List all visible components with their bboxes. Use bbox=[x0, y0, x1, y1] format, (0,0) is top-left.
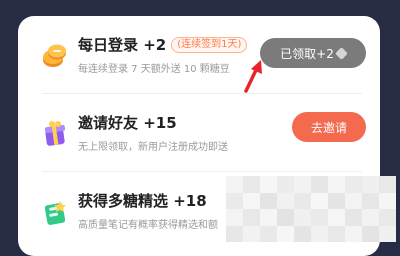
claimed-button[interactable]: 已领取+2 bbox=[260, 38, 366, 68]
annotation-arrow-icon bbox=[244, 60, 262, 93]
coins-icon bbox=[40, 41, 70, 71]
task-row-daily-login: 每日登录 +2 (连续签到1天) 每连续登录 7 天额外送 10 颗糖豆 已领取+… bbox=[18, 16, 380, 90]
task-title: 每日登录 +2 (连续签到1天) bbox=[78, 34, 248, 55]
invite-button[interactable]: 去邀请 bbox=[292, 112, 366, 142]
task-title: 获得多糖精选 +18 bbox=[78, 192, 207, 210]
task-title-text: 每日登录 +2 bbox=[78, 36, 167, 54]
candy-icon bbox=[334, 46, 348, 60]
mosaic-overlay bbox=[226, 176, 396, 242]
task-subtitle: 无上限领取，新用户注册成功即送 bbox=[78, 142, 228, 153]
claimed-button-label: 已领取+2 bbox=[280, 46, 334, 61]
streak-badge: (连续签到1天) bbox=[171, 36, 248, 53]
book-icon bbox=[40, 197, 70, 227]
gift-box-icon bbox=[40, 119, 70, 149]
task-title: 邀请好友 +15 bbox=[78, 114, 177, 132]
